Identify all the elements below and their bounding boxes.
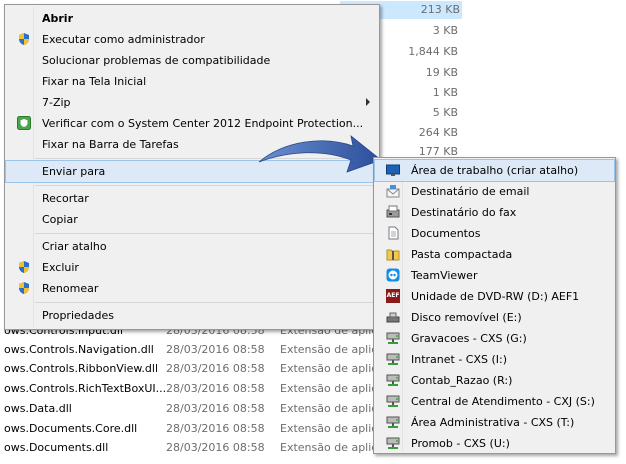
menu-item-label: Enviar para — [42, 165, 106, 178]
file-row[interactable]: ows.Controls.Navigation.dll 28/03/2016 0… — [0, 340, 400, 360]
menu-item-label: Propriedades — [42, 309, 114, 322]
menu-item-label: Fixar na Barra de Tarefas — [42, 138, 179, 151]
menu-item-label: Disco removível (E:) — [411, 311, 522, 324]
menu-item-create-shortcut[interactable]: Criar atalho — [6, 236, 378, 257]
file-date: 28/03/2016 08:58 — [166, 382, 265, 395]
network-drive-icon — [386, 352, 400, 366]
file-date: 28/03/2016 08:58 — [166, 362, 265, 375]
file-date: 28/03/2016 08:58 — [166, 402, 265, 415]
mail-recipient-icon — [386, 184, 400, 198]
send-to-mail[interactable]: Destinatário de email — [375, 181, 614, 202]
send-to-contab[interactable]: Contab_Razao (R:) — [375, 370, 614, 391]
network-drive-icon — [386, 394, 400, 408]
menu-item-label: Abrir — [42, 12, 74, 25]
documents-icon — [386, 226, 400, 240]
submenu-arrow-icon — [366, 98, 370, 106]
menu-item-label: Documentos — [411, 227, 481, 240]
uac-shield-icon — [17, 281, 31, 295]
menu-item-label: Recortar — [42, 192, 89, 205]
network-drive-icon — [386, 373, 400, 387]
file-date: 28/03/2016 08:58 — [166, 441, 265, 454]
send-to-submenu: Área de trabalho (criar atalho) Destinat… — [373, 157, 616, 454]
teamviewer-icon — [386, 268, 400, 282]
file-date: 28/03/2016 08:58 — [166, 343, 265, 356]
menu-item-label: Área de trabalho (criar atalho) — [411, 164, 579, 177]
menu-item-copy[interactable]: Copiar — [6, 209, 378, 230]
file-name: ows.Documents.Core.dll — [4, 422, 138, 435]
pointer-arrow-icon — [258, 135, 382, 173]
send-to-promob[interactable]: Promob - CXS (U:) — [375, 433, 614, 454]
send-to-documents[interactable]: Documentos — [375, 223, 614, 244]
send-to-area-adm[interactable]: Área Administrativa - CXS (T:) — [375, 412, 614, 433]
desktop-icon — [386, 163, 400, 177]
file-name: ows.Controls.Navigation.dll — [4, 343, 154, 356]
send-to-removable[interactable]: Disco removível (E:) — [375, 307, 614, 328]
menu-separator — [35, 302, 375, 303]
menu-item-label: Criar atalho — [42, 240, 107, 253]
menu-item-label: Excluir — [42, 261, 79, 274]
send-to-teamviewer[interactable]: TeamViewer — [375, 265, 614, 286]
menu-item-label: Central de Atendimento - CXJ (S:) — [411, 395, 595, 408]
menu-item-pin-start[interactable]: Fixar na Tela Inicial — [6, 71, 378, 92]
file-row[interactable]: ows.Controls.RichTextBoxUI.... 28/03/201… — [0, 379, 400, 399]
network-drive-icon — [386, 415, 400, 429]
send-to-desktop[interactable]: Área de trabalho (criar atalho) — [374, 159, 615, 182]
send-to-intranet[interactable]: Intranet - CXS (I:) — [375, 349, 614, 370]
menu-item-label: Intranet - CXS (I:) — [411, 353, 508, 366]
menu-item-label: 7-Zip — [42, 96, 71, 109]
menu-item-troubleshoot[interactable]: Solucionar problemas de compatibilidade — [6, 50, 378, 71]
send-to-dvd[interactable]: AEF Unidade de DVD-RW (D:) AEF1 — [375, 286, 614, 307]
file-name: ows.Controls.RichTextBoxUI.... — [4, 382, 170, 395]
file-row[interactable]: ows.Documents.dll 28/03/2016 08:58 Exten… — [0, 438, 400, 458]
uac-shield-icon — [17, 260, 31, 274]
send-to-gravacoes[interactable]: Gravacoes - CXS (G:) — [375, 328, 614, 349]
menu-item-label: Copiar — [42, 213, 78, 226]
menu-item-delete[interactable]: Excluir — [6, 257, 378, 278]
menu-separator — [35, 233, 375, 234]
send-to-fax[interactable]: Destinatário do fax — [375, 202, 614, 223]
menu-separator — [35, 185, 375, 186]
removable-drive-icon — [386, 310, 400, 324]
menu-item-label: Área Administrativa - CXS (T:) — [411, 416, 575, 429]
menu-item-label: Destinatário de email — [411, 185, 530, 198]
network-drive-icon — [386, 436, 400, 450]
file-row[interactable]: ows.Documents.Core.dll 28/03/2016 08:58 … — [0, 419, 400, 439]
dvd-drive-icon: AEF — [386, 289, 400, 303]
file-name: ows.Documents.dll — [4, 441, 109, 454]
menu-item-cut[interactable]: Recortar — [6, 188, 378, 209]
send-to-central[interactable]: Central de Atendimento - CXJ (S:) — [375, 391, 614, 412]
file-row[interactable]: ows.Controls.RibbonView.dll 28/03/2016 0… — [0, 359, 400, 379]
fax-icon — [386, 205, 400, 219]
menu-item-label: Contab_Razao (R:) — [411, 374, 513, 387]
menu-item-run-as-admin[interactable]: Executar como administrador — [6, 29, 378, 50]
file-date: 28/03/2016 08:58 — [166, 422, 265, 435]
menu-item-label: Promob - CXS (U:) — [411, 437, 510, 450]
file-name: ows.Controls.RibbonView.dll — [4, 362, 158, 375]
file-row[interactable]: ows.Data.dll 28/03/2016 08:58 Extensão d… — [0, 399, 400, 419]
menu-item-label: Destinatário do fax — [411, 206, 517, 219]
menu-item-label: Executar como administrador — [42, 33, 205, 46]
menu-item-properties[interactable]: Propriedades — [6, 305, 378, 326]
file-name: ows.Data.dll — [4, 402, 72, 415]
send-to-zip[interactable]: Pasta compactada — [375, 244, 614, 265]
menu-item-label: Gravacoes - CXS (G:) — [411, 332, 527, 345]
menu-item-7zip[interactable]: 7-Zip — [6, 92, 378, 113]
menu-item-rename[interactable]: Renomear — [6, 278, 378, 299]
menu-item-open[interactable]: Abrir — [6, 8, 378, 29]
zip-folder-icon — [386, 247, 400, 261]
menu-item-label: Renomear — [42, 282, 99, 295]
menu-item-label: Fixar na Tela Inicial — [42, 75, 147, 88]
network-drive-icon — [386, 331, 400, 345]
menu-item-label: Solucionar problemas de compatibilidade — [42, 54, 271, 67]
endpoint-protection-icon — [17, 116, 31, 130]
menu-item-label: TeamViewer — [411, 269, 478, 282]
uac-shield-icon — [17, 32, 31, 46]
menu-item-label: Unidade de DVD-RW (D:) AEF1 — [411, 290, 580, 303]
menu-item-label: Verificar com o System Center 2012 Endpo… — [42, 117, 364, 130]
menu-item-label: Pasta compactada — [411, 248, 513, 261]
